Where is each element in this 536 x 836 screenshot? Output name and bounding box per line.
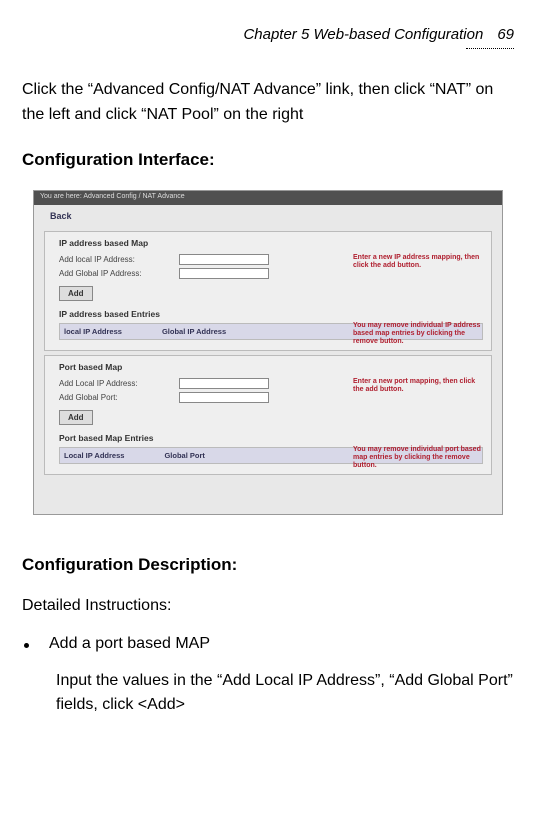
port-entries-title: Port based Map Entries [59,433,483,443]
breadcrumb-bar: You are here: Advanced Config / NAT Adva… [34,191,502,205]
page-number: 69 [497,26,514,43]
config-description-heading: Configuration Description: [22,555,514,575]
ip-col-local: local IP Address [64,327,122,336]
add-global-ip-label: Add Global IP Address: [59,269,179,278]
add-global-ip-input[interactable] [179,268,269,279]
add-local-ip-input[interactable] [179,254,269,265]
detailed-instructions-label: Detailed Instructions: [22,597,514,615]
port-entries-note: You may remove individual port based map… [353,446,483,471]
chapter-title: Chapter 5 Web-based Configuration [243,26,483,43]
port-map-note: Enter a new port mapping, then click the… [353,378,483,395]
back-link[interactable]: Back [34,205,502,227]
ip-entries-note: You may remove individual IP address bas… [353,322,483,347]
add-local-ip-label: Add local IP Address: [59,255,179,264]
add-local-ip-port-label: Add Local IP Address: [59,379,179,388]
add-global-port-input[interactable] [179,392,269,403]
ip-map-panel: IP address based Map Enter a new IP addr… [44,231,492,351]
config-screenshot: You are here: Advanced Config / NAT Adva… [33,190,503,515]
add-port-button[interactable]: Add [59,410,93,425]
bullet-item: Add a port based MAP [24,635,514,653]
ip-map-note: Enter a new IP address mapping, then cli… [353,254,483,271]
bullet-text: Add a port based MAP [49,635,210,653]
add-global-port-label: Add Global Port: [59,393,179,402]
port-col-local: Local IP Address [64,451,124,460]
header-underline [466,48,514,49]
ip-col-global: Global IP Address [162,327,226,336]
ip-map-title: IP address based Map [59,238,483,248]
ip-entries-title: IP address based Entries [59,309,483,319]
port-map-title: Port based Map [59,362,483,372]
page-header: Chapter 5 Web-based Configuration 69 [243,26,514,43]
add-ip-button[interactable]: Add [59,286,93,301]
add-local-ip-port-input[interactable] [179,378,269,389]
bullet-description: Input the values in the “Add Local IP Ad… [56,669,514,717]
config-interface-heading: Configuration Interface: [22,150,514,170]
port-col-global: Global Port [164,451,204,460]
intro-paragraph: Click the “Advanced Config/NAT Advance” … [22,78,514,128]
bullet-dot-icon [24,643,29,648]
port-map-panel: Port based Map Enter a new port mapping,… [44,355,492,475]
